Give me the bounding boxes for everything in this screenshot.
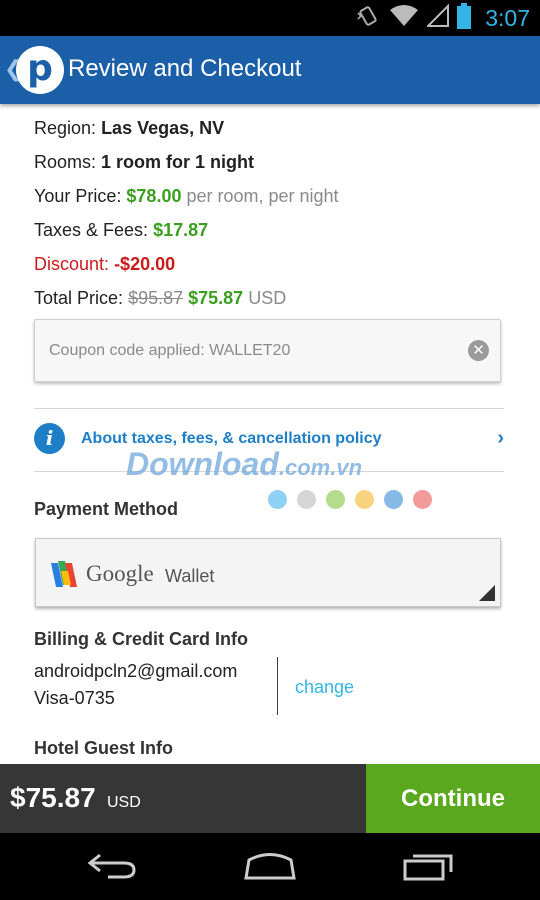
continue-button[interactable]: Continue — [366, 764, 540, 833]
billing-card: Visa-0735 — [34, 688, 115, 708]
app-logo[interactable]: p — [16, 46, 64, 94]
page-title: Review and Checkout — [68, 55, 302, 82]
coupon-text: Coupon code applied: WALLET20 — [49, 342, 291, 359]
footer-currency: USD — [107, 794, 141, 811]
watermark-dot — [384, 490, 403, 509]
recent-apps-icon[interactable] — [403, 851, 455, 886]
rooms-label: Rooms: — [34, 152, 97, 172]
watermark-main: Download — [126, 446, 279, 482]
change-billing-link[interactable]: change — [295, 677, 354, 698]
home-nav-icon[interactable] — [243, 851, 297, 886]
google-brand-text: Google — [86, 561, 154, 586]
back-nav-icon[interactable] — [86, 851, 138, 886]
total-row: Total Price: $95.87 $75.87 USD — [34, 288, 286, 309]
clear-coupon-icon[interactable]: ✕ — [468, 340, 489, 361]
taxes-row: Taxes & Fees: $17.87 — [34, 220, 208, 241]
payment-method-title: Payment Method — [34, 499, 179, 519]
discount-label: Discount: — [34, 254, 110, 274]
total-label: Total Price: — [34, 288, 124, 308]
wifi-icon — [389, 4, 419, 33]
status-time: 3:07 — [485, 4, 530, 31]
app-logo-letter: p — [27, 48, 53, 89]
watermark-dot — [355, 490, 374, 509]
region-value: Las Vegas, NV — [101, 118, 225, 138]
total-currency: USD — [248, 288, 287, 308]
discount-row: Discount: -$20.00 — [34, 254, 175, 275]
taxes-value: $17.87 — [153, 220, 209, 240]
discount-value: -$20.00 — [114, 254, 176, 274]
info-icon: i — [34, 423, 65, 454]
price-label: Your Price: — [34, 186, 122, 206]
billing-title: Billing & Credit Card Info — [34, 629, 248, 649]
price-row: Your Price: $78.00 per room, per night — [34, 186, 339, 207]
wallet-brand-text: Wallet — [165, 566, 215, 586]
rooms-row: Rooms: 1 room for 1 night — [34, 152, 254, 173]
status-bar: 3:07 — [0, 0, 540, 36]
watermark-dot — [326, 490, 345, 509]
billing-separator — [277, 657, 278, 715]
divider — [34, 408, 504, 409]
dropdown-corner-icon — [479, 585, 495, 601]
billing-email: androidpcln2@gmail.com — [34, 661, 238, 681]
system-nav-bar — [0, 833, 540, 900]
watermark-dots — [268, 490, 432, 509]
signal-icon — [425, 3, 450, 33]
rooms-value: 1 room for 1 night — [101, 152, 255, 172]
battery-icon — [457, 2, 472, 34]
checkout-footer: $75.87 USD Continue — [0, 764, 540, 833]
status-icons: 3:07 — [355, 0, 530, 36]
watermark-text: Download.com.vn — [126, 446, 362, 483]
region-label: Region: — [34, 118, 97, 138]
payment-method-select[interactable]: Google Wallet — [35, 538, 501, 607]
footer-price: $75.87 — [10, 782, 96, 813]
watermark-dot — [297, 490, 316, 509]
total-old-price: $95.87 — [128, 288, 184, 308]
region-row: Region: Las Vegas, NV — [34, 118, 224, 139]
checkout-content[interactable]: Region: Las Vegas, NV Rooms: 1 room for … — [0, 104, 540, 764]
watermark-dot — [413, 490, 432, 509]
coupon-field[interactable]: Coupon code applied: WALLET20 ✕ — [34, 319, 501, 382]
guest-info-title: Hotel Guest Info — [34, 738, 173, 758]
watermark-dot — [268, 490, 287, 509]
google-wallet-logo-icon — [49, 559, 79, 594]
total-new-price: $75.87 — [188, 288, 244, 308]
taxes-label: Taxes & Fees: — [34, 220, 149, 240]
chevron-right-icon: › — [497, 427, 504, 449]
app-bar: ❮ p Review and Checkout — [0, 36, 540, 104]
watermark-suffix: .com.vn — [278, 455, 363, 480]
price-value: $78.00 — [126, 186, 182, 206]
vibrate-icon — [355, 3, 381, 34]
price-suffix: per room, per night — [186, 186, 339, 206]
